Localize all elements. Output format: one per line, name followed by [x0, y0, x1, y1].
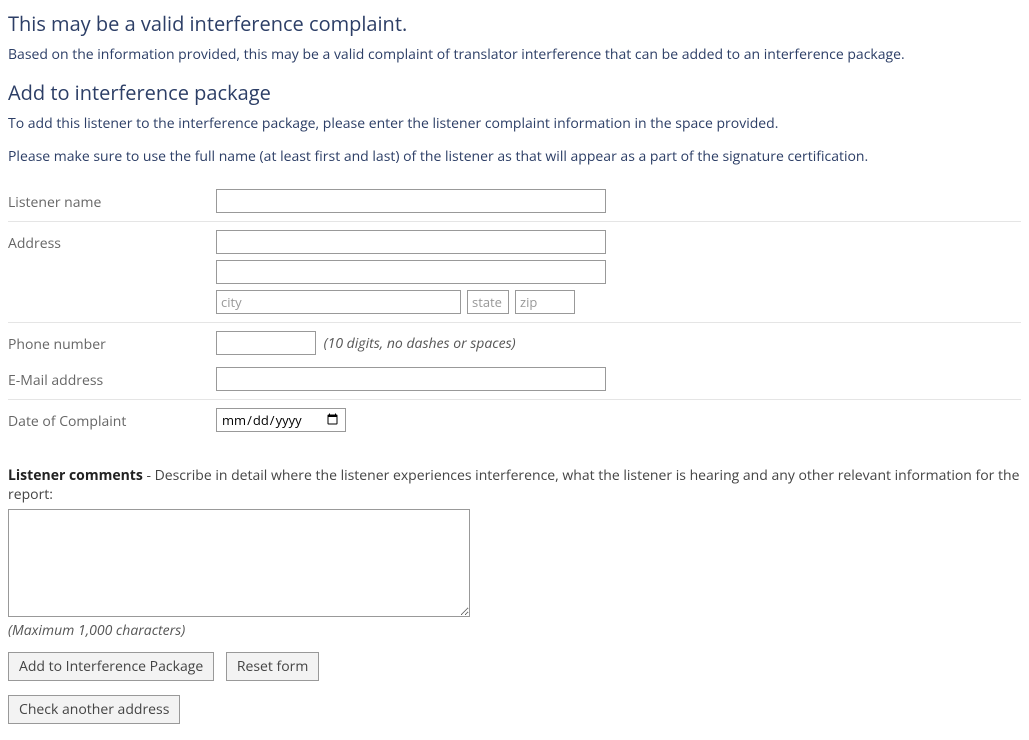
zip-input[interactable] — [515, 290, 575, 314]
city-input[interactable] — [216, 290, 461, 314]
listener-name-input[interactable] — [216, 189, 606, 213]
listener-comments-textarea[interactable] — [8, 509, 470, 617]
label-phone: Phone number — [8, 331, 216, 354]
intro-paragraph-1: Based on the information provided, this … — [8, 45, 1021, 65]
email-input[interactable] — [216, 367, 606, 391]
label-date: Date of Complaint — [8, 408, 216, 431]
comments-label-strong: Listener comments — [8, 466, 143, 485]
intro-paragraph-2: To add this listener to the interference… — [8, 114, 1021, 134]
state-input[interactable] — [467, 290, 509, 314]
add-to-package-button[interactable]: Add to Interference Package — [8, 652, 214, 681]
comments-label: Listener comments - Describe in detail w… — [8, 466, 1021, 505]
label-address: Address — [8, 230, 216, 253]
max-characters-hint: (Maximum 1,000 characters) — [8, 621, 1021, 640]
label-listener-name: Listener name — [8, 189, 216, 212]
comments-label-rest: - Describe in detail where the listener … — [8, 466, 1019, 505]
phone-hint: (10 digits, no dashes or spaces) — [324, 334, 516, 353]
heading-add-package: Add to interference package — [8, 79, 1021, 106]
address-line2-input[interactable] — [216, 260, 606, 284]
label-email: E-Mail address — [8, 367, 216, 390]
intro-paragraph-3: Please make sure to use the full name (a… — [8, 147, 1021, 167]
date-of-complaint-input[interactable] — [216, 408, 346, 432]
phone-input[interactable] — [216, 331, 316, 355]
reset-form-button[interactable]: Reset form — [226, 652, 319, 681]
check-another-address-button[interactable]: Check another address — [8, 695, 180, 724]
address-line1-input[interactable] — [216, 230, 606, 254]
heading-valid-complaint: This may be a valid interference complai… — [8, 10, 1021, 37]
